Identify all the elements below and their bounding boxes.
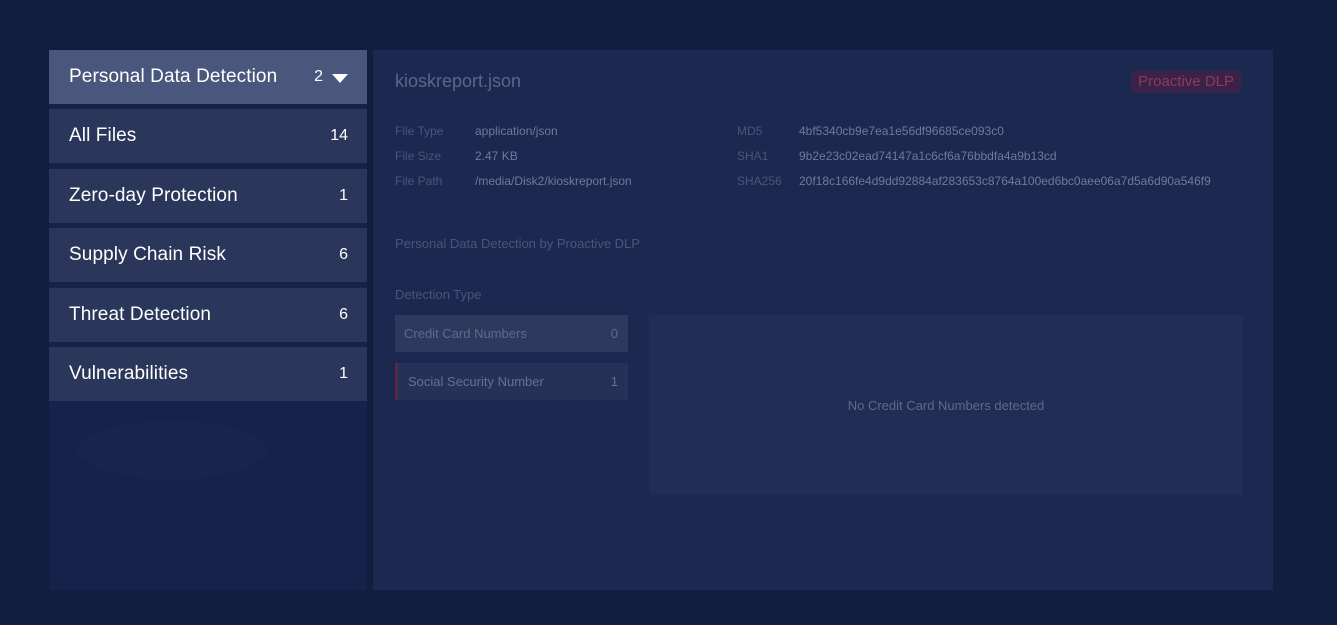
- file-path-value: /media/Disk2/kioskreport.json: [475, 174, 632, 188]
- category-count: 2: [314, 68, 348, 86]
- md5-label: MD5: [737, 124, 763, 138]
- file-name-title: kioskreport.json: [395, 71, 522, 91]
- detection-section-title: Personal Data Detection by Proactive DLP: [395, 236, 640, 251]
- category-count: 6: [339, 306, 348, 323]
- chevron-down-icon[interactable]: [332, 73, 348, 83]
- sha1-value: 9b2e23c02ead74147a1c6cf6a76bbdfa4a9b13cd: [799, 149, 1057, 163]
- detection-type-label: Detection Type: [395, 287, 482, 302]
- category-label: Supply Chain Risk: [69, 244, 226, 265]
- file-type-value: application/json: [475, 124, 558, 138]
- detection-type-count: 1: [610, 374, 618, 389]
- category-all-files[interactable]: All Files 14: [49, 109, 367, 163]
- category-threat-detection[interactable]: Threat Detection 6: [49, 288, 367, 342]
- sha256-label: SHA256: [737, 174, 782, 188]
- category-count: 1: [339, 365, 348, 382]
- category-label: Threat Detection: [69, 304, 212, 325]
- detection-type-count: 0: [610, 326, 618, 341]
- file-path-label: File Path: [395, 174, 443, 188]
- category-label: All Files: [69, 125, 137, 146]
- empty-state-message: No Credit Card Numbers detected: [847, 397, 1045, 413]
- detection-type-social-security-number[interactable]: Social Security Number 1: [395, 363, 628, 400]
- category-sidebar: Personal Data Detection 2 All Files 14 Z…: [49, 50, 367, 590]
- detection-type-label: Social Security Number: [408, 374, 544, 389]
- file-size-value: 2.47 KB: [475, 149, 518, 163]
- md5-value: 4bf5340cb9e7ea1e56df96685ce093c0: [799, 124, 1004, 138]
- detection-results-pane: No Credit Card Numbers detected: [649, 315, 1243, 495]
- app-window: Personal Data Detection 2 All Files 14 Z…: [0, 0, 1337, 625]
- category-supply-chain-risk[interactable]: Supply Chain Risk 6: [49, 228, 367, 282]
- category-zero-day-protection[interactable]: Zero-day Protection 1: [49, 169, 367, 223]
- category-label: Personal Data Detection: [69, 66, 278, 87]
- detection-type-credit-card-numbers[interactable]: Credit Card Numbers 0: [395, 315, 628, 352]
- category-vulnerabilities[interactable]: Vulnerabilities 1: [49, 347, 367, 401]
- file-detail-panel: kioskreport.json Proactive DLP File Type…: [373, 50, 1273, 590]
- count-value: 2: [314, 68, 323, 85]
- category-label: Zero-day Protection: [69, 185, 238, 206]
- file-size-label: File Size: [395, 149, 442, 163]
- detection-type-label: Credit Card Numbers: [404, 326, 527, 341]
- proactive-dlp-badge: Proactive DLP: [1131, 71, 1241, 93]
- category-count: 6: [339, 246, 348, 263]
- category-personal-data-detection[interactable]: Personal Data Detection 2: [49, 50, 367, 104]
- file-type-label: File Type: [395, 124, 444, 138]
- sha256-value: 20f18c166fe4d9dd92884af283653c8764a100ed…: [799, 174, 1211, 188]
- category-count: 1: [339, 187, 348, 204]
- category-count: 14: [330, 127, 348, 144]
- sha1-label: SHA1: [737, 149, 769, 163]
- category-label: Vulnerabilities: [69, 363, 189, 384]
- background-decoration: [77, 420, 267, 480]
